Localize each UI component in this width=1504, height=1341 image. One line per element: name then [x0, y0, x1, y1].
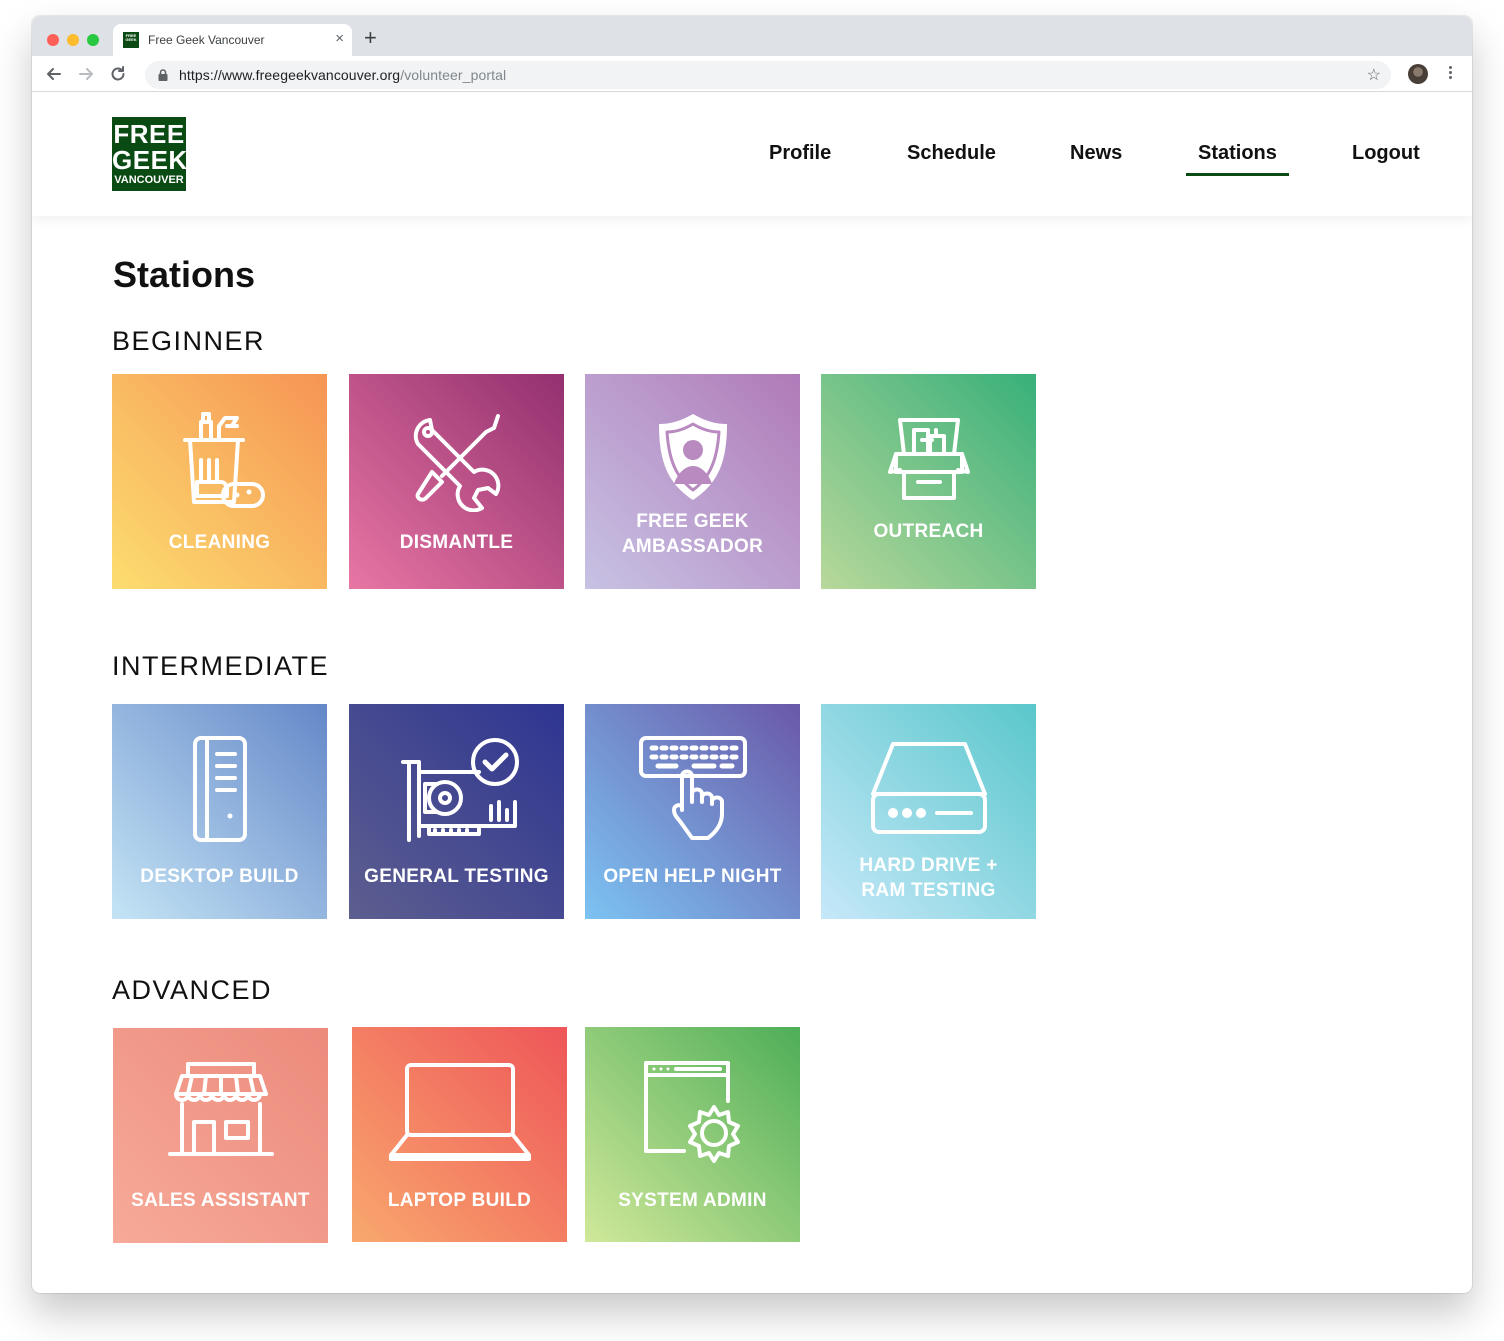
station-label-line-1: HARD DRIVE + — [859, 855, 998, 876]
station-label: OUTREACH — [873, 521, 984, 542]
back-arrow-icon[interactable] — [44, 64, 64, 84]
station-label-line-1: FREE GEEK — [636, 511, 749, 532]
station-tile-hard-drive-ram-testing[interactable]: HARD DRIVE + RAM TESTING — [821, 704, 1036, 919]
free-geek-logo[interactable]: FREE GEEK VANCOUVER — [112, 117, 188, 191]
reload-icon[interactable] — [108, 64, 128, 84]
browser-toolbar: https://www.freegeekvancouver.org/volunt… — [32, 56, 1472, 92]
station-tile-outreach[interactable]: OUTREACH — [821, 374, 1036, 589]
station-tile-cleaning[interactable]: CLEANING — [112, 374, 327, 589]
station-tile-desktop-build[interactable]: DESKTOP BUILD — [112, 704, 327, 919]
section-title-advanced: ADVANCED — [112, 975, 273, 1005]
nav-news[interactable]: News — [1070, 141, 1122, 165]
shield-person-icon — [658, 414, 727, 500]
station-tile-dismantle[interactable]: DISMANTLE — [349, 374, 564, 589]
browser-tab[interactable]: FREE GEEK Free Geek Vancouver × — [113, 24, 352, 56]
page-title: Stations — [113, 254, 256, 295]
forward-arrow-icon[interactable] — [76, 64, 96, 84]
bookmark-star-icon[interactable]: ☆ — [1367, 65, 1381, 85]
site-header: FREE GEEK VANCOUVER Profile Schedule New… — [32, 93, 1472, 216]
station-label: SYSTEM ADMIN — [618, 1190, 767, 1211]
maximize-window-button[interactable] — [87, 34, 99, 46]
station-label: DISMANTLE — [399, 532, 514, 553]
url-base: https://www.freegeekvancouver.org — [179, 67, 401, 83]
logo-line-2: GEEK — [112, 145, 188, 175]
nav-profile[interactable]: Profile — [769, 141, 831, 165]
station-label: LAPTOP BUILD — [387, 1190, 532, 1211]
station-label: OPEN HELP NIGHT — [603, 866, 782, 887]
favicon-icon: FREE GEEK — [123, 32, 139, 48]
lock-icon — [158, 69, 168, 81]
laptop-icon — [388, 1063, 531, 1161]
open-box-icon — [887, 418, 970, 500]
nav-logout[interactable]: Logout — [1352, 141, 1420, 165]
station-label: GENERAL TESTING — [364, 866, 549, 887]
nav-schedule[interactable]: Schedule — [907, 141, 996, 165]
wrench-screwdriver-icon — [413, 414, 500, 512]
station-label: CLEANING — [168, 532, 271, 553]
minimize-window-button[interactable] — [67, 34, 79, 46]
station-tile-sales-assistant[interactable]: SALES ASSISTANT — [113, 1028, 328, 1243]
browser-window: FREE GEEK Free Geek Vancouver × + https:… — [32, 16, 1472, 1293]
tab-strip: FREE GEEK Free Geek Vancouver × + — [32, 16, 1472, 56]
station-tile-open-help-night[interactable]: OPEN HELP NIGHT — [585, 704, 800, 919]
station-tile-general-testing[interactable]: GENERAL TESTING — [349, 704, 564, 919]
section-title-beginner: BEGINNER — [112, 326, 266, 356]
logo-line-1: FREE — [113, 119, 185, 149]
station-label: SALES ASSISTANT — [131, 1190, 310, 1211]
close-window-button[interactable] — [47, 34, 59, 46]
browser-gear-icon — [643, 1061, 740, 1163]
station-label: DESKTOP BUILD — [140, 866, 299, 887]
address-bar[interactable]: https://www.freegeekvancouver.org/volunt… — [145, 61, 1391, 89]
hard-drive-icon — [870, 742, 987, 834]
station-label-line-2: AMBASSADOR — [621, 536, 764, 557]
desktop-tower-icon — [192, 736, 247, 842]
logo-line-3: VANCOUVER — [114, 174, 184, 186]
graphics-card-check-icon — [400, 738, 519, 842]
station-label-line-2: RAM TESTING — [861, 880, 996, 901]
new-tab-button[interactable]: + — [364, 27, 377, 49]
tab-close-icon[interactable]: × — [335, 30, 344, 48]
station-tile-laptop-build[interactable]: LAPTOP BUILD — [352, 1027, 567, 1242]
url-path: /volunteer_portal — [400, 67, 507, 83]
profile-avatar[interactable] — [1408, 64, 1428, 84]
url-text: https://www.freegeekvancouver.org/volunt… — [179, 67, 506, 83]
station-tile-system-admin[interactable]: SYSTEM ADMIN — [585, 1027, 800, 1242]
station-tile-free-geek-ambassador[interactable]: FREE GEEK AMBASSADOR — [585, 374, 800, 589]
cleaning-supplies-icon — [182, 412, 265, 508]
browser-menu-icon[interactable] — [1444, 64, 1456, 84]
storefront-icon — [167, 1062, 274, 1156]
keyboard-hand-icon — [638, 736, 747, 840]
tab-title: Free Geek Vancouver — [148, 33, 265, 47]
nav-stations[interactable]: Stations — [1186, 141, 1289, 176]
section-title-intermediate: INTERMEDIATE — [112, 651, 330, 681]
